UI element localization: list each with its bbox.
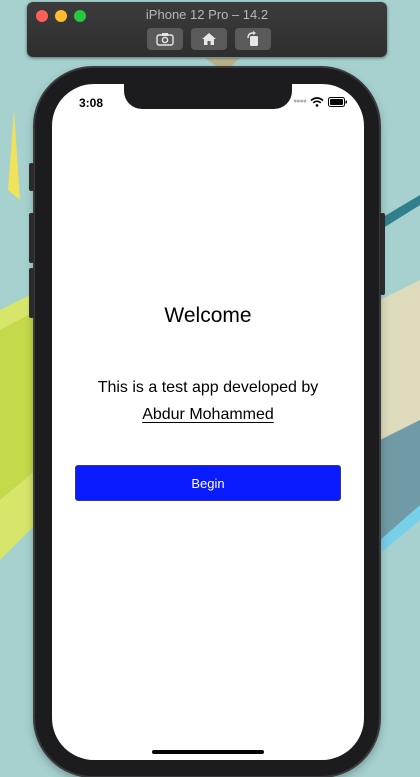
screenshot-button[interactable] [147, 28, 183, 50]
status-indicators: ●●●● [293, 97, 348, 107]
battery-icon [328, 97, 347, 107]
rotate-icon [247, 31, 258, 46]
cellular-signal-icon: ●●●● [293, 98, 307, 105]
simulator-title-bar: iPhone 12 Pro – 14.2 [27, 2, 387, 57]
screenshot-icon [156, 33, 174, 46]
rotate-button[interactable] [235, 28, 271, 50]
home-button[interactable] [191, 28, 227, 50]
home-indicator[interactable] [152, 750, 264, 754]
volume-up-button [29, 213, 34, 263]
app-screen: 3:08 ●●●● Welcome This is a test app dev… [52, 84, 364, 760]
app-description: This is a test app developed by Abdur Mo… [52, 374, 364, 428]
status-time: 3:08 [79, 96, 104, 110]
wifi-icon [310, 97, 324, 107]
mute-switch [29, 163, 34, 191]
home-icon [202, 33, 216, 45]
author-name-link[interactable]: Abdur Mohammed [142, 406, 274, 423]
iphone-frame: 3:08 ●●●● Welcome This is a test app dev… [29, 68, 385, 776]
welcome-heading: Welcome [164, 304, 252, 327]
begin-button[interactable]: Begin [75, 465, 341, 501]
notch [124, 84, 292, 109]
description-text: This is a test app developed by [97, 379, 319, 396]
volume-down-button [29, 268, 34, 318]
simulator-title: iPhone 12 Pro – 14.2 [145, 7, 269, 22]
power-button [380, 213, 385, 295]
